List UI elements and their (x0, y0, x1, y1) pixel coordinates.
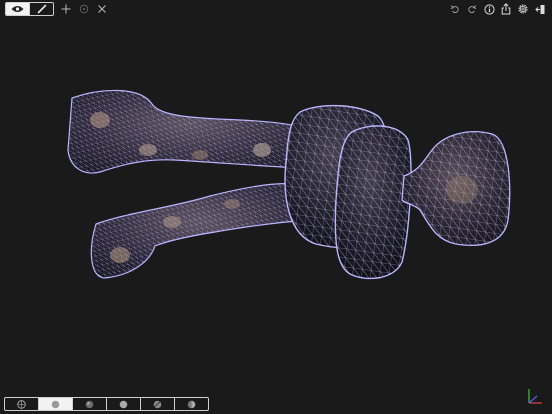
cut-icon (98, 5, 106, 13)
share-icon (501, 3, 511, 15)
undo-button[interactable] (449, 3, 461, 15)
sculpt-model (67, 89, 511, 280)
pivot-tool-button[interactable] (78, 3, 90, 15)
eye-icon (11, 6, 24, 12)
undo-icon (450, 5, 459, 13)
top-right-toolbar (449, 2, 546, 16)
render-mode-striped[interactable] (140, 398, 174, 410)
half-sphere-icon (187, 400, 196, 408)
redo-icon (468, 5, 477, 13)
settings-button[interactable] (517, 3, 529, 15)
exit-icon (534, 4, 544, 14)
render-mode-bar (4, 397, 209, 411)
matcap-sphere-icon (119, 400, 128, 408)
exit-button[interactable] (534, 3, 546, 15)
head-bulb (401, 131, 511, 246)
redo-button[interactable] (466, 3, 478, 15)
upper-tube (67, 89, 311, 174)
lower-tube (90, 183, 311, 279)
paint-mode-button[interactable] (29, 3, 53, 15)
render-mode-solid[interactable] (38, 398, 72, 410)
axis-icon (528, 389, 542, 404)
share-button[interactable] (500, 3, 512, 15)
render-mode-wireframe[interactable] (5, 398, 38, 410)
shaded-sphere-icon (85, 400, 94, 408)
mode-segmented-control (5, 2, 54, 16)
gear-icon (518, 4, 528, 14)
render-mode-matcap[interactable] (106, 398, 140, 410)
move-icon (61, 4, 71, 14)
view-mode-button[interactable] (6, 3, 29, 15)
top-left-toolbar (5, 2, 108, 16)
knot-ring-right (334, 125, 412, 280)
3d-viewport[interactable] (0, 16, 552, 396)
solid-sphere-icon (51, 400, 60, 408)
render-mode-shaded[interactable] (72, 398, 106, 410)
striped-sphere-icon (153, 400, 162, 408)
axis-gizmo[interactable] (524, 386, 546, 408)
pivot-icon (79, 4, 89, 14)
move-tool-button[interactable] (60, 3, 72, 15)
brush-icon (37, 4, 46, 14)
info-icon (483, 3, 495, 15)
render-mode-half[interactable] (174, 398, 208, 410)
cut-tool-button[interactable] (96, 3, 108, 15)
info-button[interactable] (483, 3, 495, 15)
wireframe-sphere-icon (17, 399, 26, 409)
